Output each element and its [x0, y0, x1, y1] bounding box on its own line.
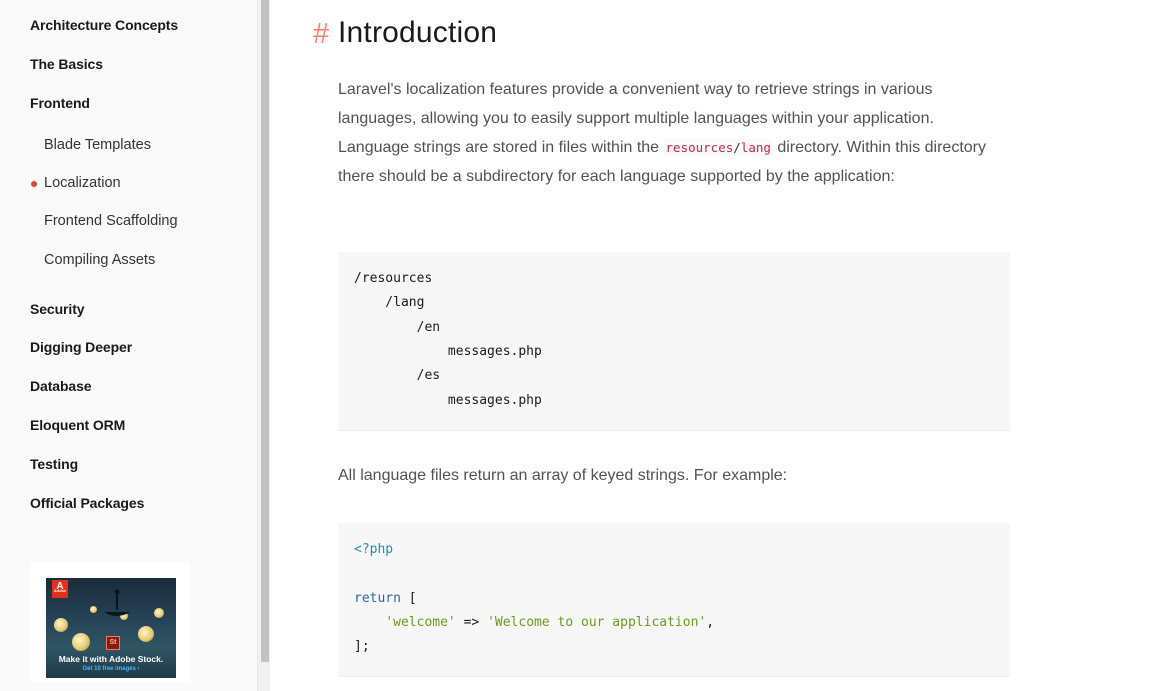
- code-line: /en: [354, 320, 441, 335]
- code-key-string: 'welcome': [385, 615, 456, 630]
- ad-orb: [72, 633, 90, 651]
- ad-orb: [154, 608, 164, 618]
- sidebar-item-eloquent-orm[interactable]: Eloquent ORM: [30, 417, 125, 433]
- code-php-open-tag: <?php: [354, 542, 394, 557]
- sidebar-subitem-blade-templates[interactable]: Blade Templates: [44, 137, 151, 153]
- ad-headline: Make it with Adobe Stock.: [58, 654, 164, 664]
- sidebar-subitem-frontend-scaffolding[interactable]: Frontend Scaffolding: [44, 213, 178, 229]
- code-return-keyword: return: [354, 591, 401, 606]
- code-line-return: return [: [354, 591, 417, 606]
- code-line: /resources: [354, 271, 433, 286]
- boat-figure-icon: [104, 589, 130, 616]
- code-comma: ,: [706, 615, 715, 630]
- inline-code-separator: /: [733, 140, 741, 155]
- sponsor-ad[interactable]: A Adobe St Make it with Adobe Stock. Get …: [30, 563, 190, 683]
- sidebar-item-database[interactable]: Database: [30, 378, 92, 394]
- code-line: messages.php: [354, 393, 542, 408]
- sidebar-subitem-compiling-assets[interactable]: Compiling Assets: [44, 252, 155, 268]
- code-line: /es: [354, 368, 441, 383]
- sidebar-subitem-localization[interactable]: Localization: [44, 175, 121, 191]
- sidebar-item-digging-deeper[interactable]: Digging Deeper: [30, 339, 132, 355]
- sidebar-scrollbar-thumb[interactable]: [261, 0, 269, 662]
- main-content: # Introduction Laravel's localization fe…: [270, 0, 1169, 691]
- code-value-string: 'Welcome to our application': [487, 615, 707, 630]
- code-arrow: =>: [455, 615, 488, 630]
- heading-anchor-link[interactable]: #: [313, 18, 329, 51]
- page-heading: Introduction: [338, 16, 498, 49]
- code-line: /lang: [354, 295, 425, 310]
- intro-paragraph: Laravel's localization features provide …: [338, 75, 1008, 191]
- adobe-stock-badge: St: [106, 636, 120, 650]
- ad-orb: [54, 618, 68, 632]
- code-open-bracket: [: [400, 591, 417, 606]
- inline-code-resources: resources: [665, 140, 734, 155]
- example-paragraph: All language files return an array of ke…: [338, 467, 788, 484]
- active-indicator-dot: [31, 181, 37, 187]
- inline-code-lang: lang: [740, 140, 771, 155]
- ad-image[interactable]: A Adobe St Make it with Adobe Stock. Get …: [46, 578, 176, 678]
- ad-orb: [138, 626, 154, 642]
- adobe-logo-icon: A Adobe: [52, 580, 68, 598]
- code-line: messages.php: [354, 344, 542, 359]
- code-block-directory-tree: /resources /lang /en messages.php /es me…: [338, 252, 1010, 431]
- sidebar-item-architecture-concepts[interactable]: Architecture Concepts: [30, 17, 178, 33]
- code-line-entry: 'welcome' => 'Welcome to our application…: [354, 615, 714, 630]
- code-block-php-example: <?php return [ 'welcome' => 'Welcome to …: [338, 523, 1010, 677]
- sidebar-nav: Architecture Concepts The Basics Fronten…: [0, 0, 258, 691]
- sidebar-item-security[interactable]: Security: [30, 301, 85, 317]
- ad-cta-link[interactable]: Get 10 free images ›: [46, 666, 176, 672]
- sidebar-item-the-basics[interactable]: The Basics: [30, 56, 103, 72]
- sidebar-item-frontend[interactable]: Frontend: [30, 95, 90, 111]
- code-line-close: ];: [354, 639, 370, 654]
- inline-code-path: resources/lang: [663, 139, 773, 156]
- sidebar-item-testing[interactable]: Testing: [30, 456, 78, 472]
- sidebar-item-official-packages[interactable]: Official Packages: [30, 495, 144, 511]
- ad-orb: [90, 606, 97, 613]
